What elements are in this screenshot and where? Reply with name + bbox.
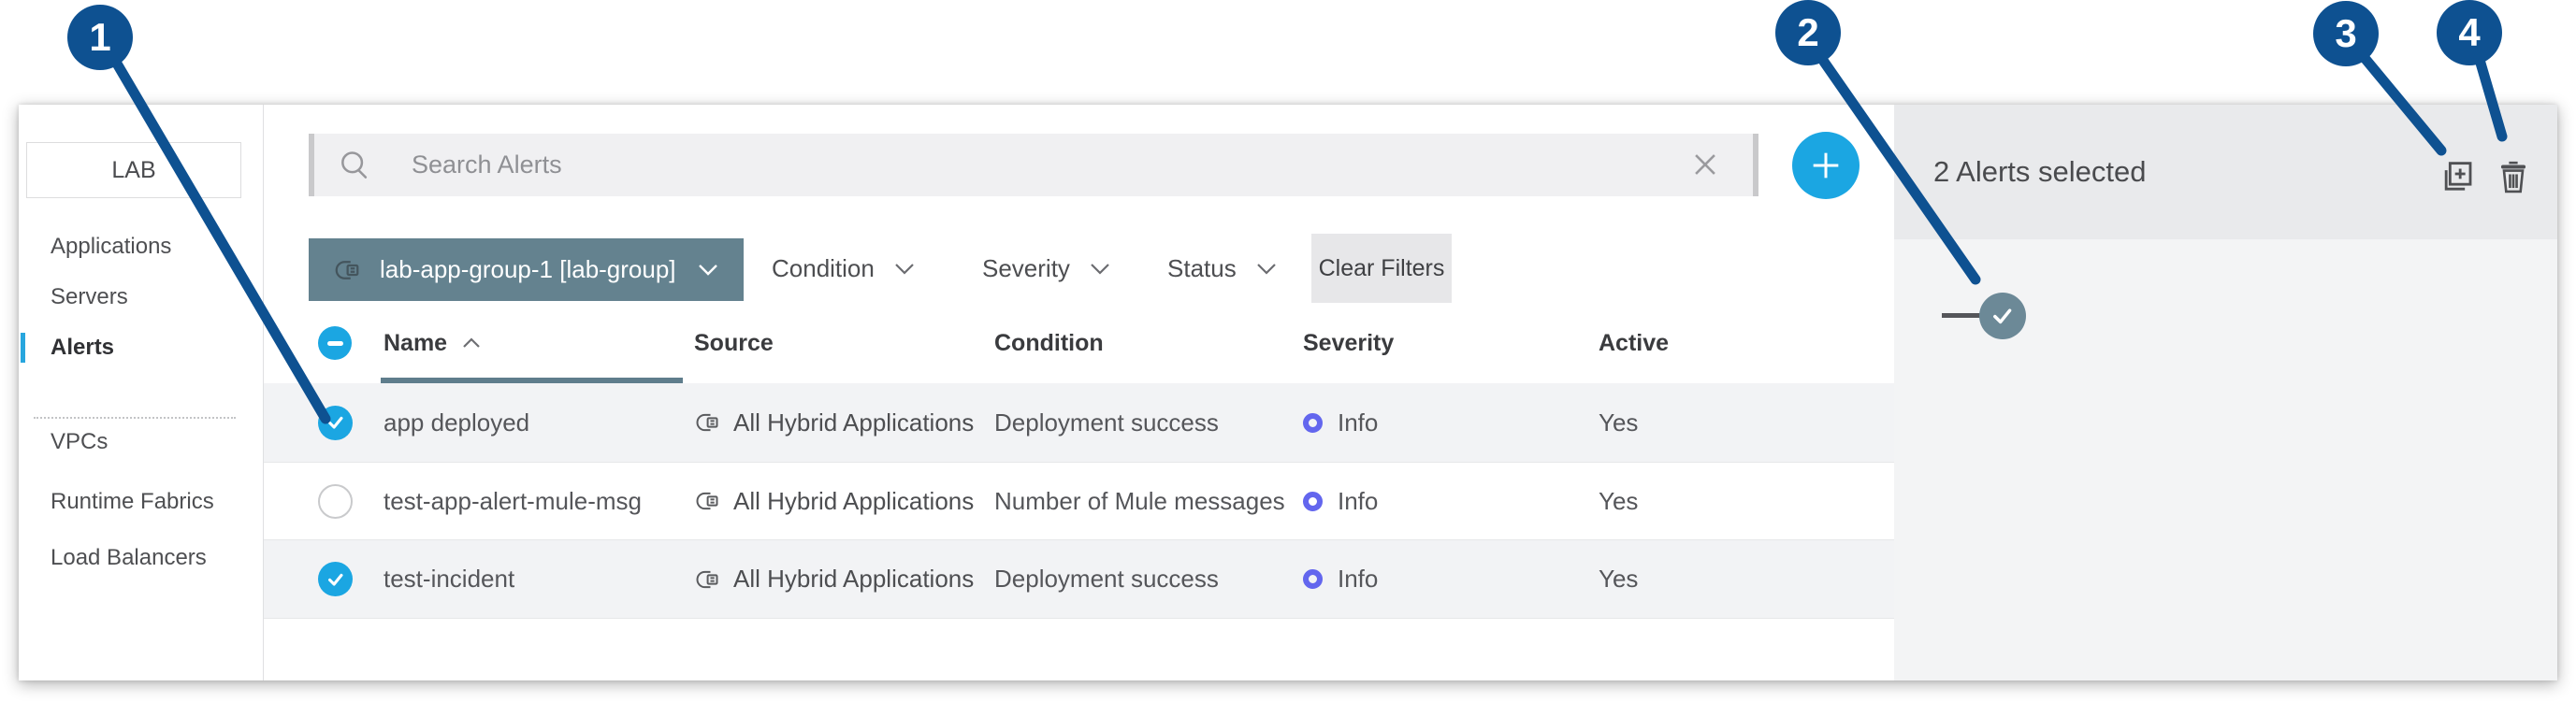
- alert-name: test-incident: [384, 565, 694, 594]
- active-indicator-bar: [21, 333, 25, 363]
- app-window: LAB Applications Servers Alerts VPCs Run…: [19, 105, 2557, 680]
- indeterminate-minus-icon: [327, 341, 343, 346]
- sort-ascending-icon: [460, 337, 483, 350]
- column-header-name[interactable]: Name: [384, 330, 694, 357]
- selection-count: 2 Alerts selected: [1933, 155, 2146, 189]
- clear-search-icon[interactable]: [1689, 149, 1721, 180]
- callout-1: 1: [67, 5, 133, 70]
- server-group-icon: [694, 488, 720, 514]
- sidebar-divider: [34, 417, 236, 419]
- sidebar-item-applications[interactable]: Applications: [19, 226, 263, 267]
- severity-filter-dropdown[interactable]: Severity: [982, 234, 1111, 303]
- main-content: lab-app-group-1 [lab-group] Condition Se…: [264, 105, 1894, 680]
- row-checkbox-checked[interactable]: [318, 406, 353, 440]
- table-row[interactable]: app deployed All Hybrid Applications Dep…: [264, 383, 1894, 462]
- check-icon: [326, 569, 346, 590]
- callout-1-number: 1: [89, 15, 110, 60]
- check-icon: [1990, 303, 2016, 329]
- search-icon: [337, 148, 372, 183]
- alert-severity: Info: [1303, 487, 1599, 516]
- clear-filters-label: Clear Filters: [1319, 255, 1445, 282]
- sidebar-item-servers[interactable]: Servers: [19, 277, 263, 318]
- callout-4-number: 4: [2458, 10, 2480, 55]
- table-row[interactable]: test-incident All Hybrid Applications De…: [264, 540, 1894, 619]
- selection-panel: 2 Alerts selected: [1894, 105, 2557, 680]
- sidebar-item-label: VPCs: [51, 429, 108, 455]
- sidebar-item-label: Load Balancers: [51, 545, 207, 571]
- callout-3: 3: [2313, 1, 2379, 66]
- column-header-active[interactable]: Active: [1599, 330, 1894, 357]
- alert-severity: Info: [1303, 408, 1599, 437]
- sidebar-item-label: Servers: [51, 284, 128, 310]
- chevron-down-icon: [697, 263, 719, 277]
- severity-info-icon: [1303, 569, 1323, 589]
- alert-severity: Info: [1303, 565, 1599, 594]
- alert-condition: Number of Mule messages: [994, 487, 1303, 516]
- alert-condition: Deployment success: [994, 565, 1303, 594]
- search-bar-left-cap: [309, 134, 314, 196]
- delete-icon[interactable]: [2496, 157, 2531, 194]
- callout-3-number: 3: [2335, 11, 2356, 56]
- server-group-icon: [694, 566, 720, 593]
- create-alert-button[interactable]: [1792, 132, 1860, 199]
- server-group-icon: [333, 256, 361, 284]
- severity-info-icon: [1303, 413, 1323, 433]
- alert-source: All Hybrid Applications: [694, 408, 994, 437]
- condition-filter-dropdown[interactable]: Condition: [772, 234, 916, 303]
- filter-row: lab-app-group-1 [lab-group] Condition Se…: [264, 234, 1894, 303]
- search-bar: [309, 134, 1758, 196]
- alert-active: Yes: [1599, 408, 1894, 437]
- alert-condition: Deployment success: [994, 408, 1303, 437]
- add-to-group-icon[interactable]: [2438, 157, 2475, 194]
- select-all-checkbox[interactable]: [318, 326, 352, 360]
- sidebar-item-alerts[interactable]: Alerts: [19, 327, 263, 368]
- callout-2-dash: [1942, 313, 1981, 318]
- status-filter-label: Status: [1167, 254, 1237, 283]
- alert-source: All Hybrid Applications: [694, 565, 994, 594]
- callout-2-number: 2: [1797, 10, 1818, 55]
- environment-label: LAB: [111, 157, 155, 184]
- chevron-down-icon: [1255, 262, 1278, 276]
- check-icon: [326, 412, 346, 433]
- chevron-down-icon: [1089, 262, 1111, 276]
- search-bar-right-cap: [1753, 134, 1758, 196]
- sidebar-item-label: Alerts: [51, 335, 114, 361]
- sidebar-item-label: Applications: [51, 234, 171, 260]
- sidebar-item-load-balancers[interactable]: Load Balancers: [19, 537, 263, 579]
- sidebar-item-runtime-fabrics[interactable]: Runtime Fabrics: [19, 481, 263, 523]
- column-header-source[interactable]: Source: [694, 330, 994, 357]
- alert-name: test-app-alert-mule-msg: [384, 487, 694, 516]
- panel-actions: [2438, 157, 2531, 194]
- condition-filter-label: Condition: [772, 254, 875, 283]
- server-group-icon: [694, 409, 720, 436]
- selection-panel-header: 2 Alerts selected: [1894, 105, 2557, 239]
- sidebar-item-label: Runtime Fabrics: [51, 489, 214, 515]
- group-filter-value: lab-app-group-1 [lab-group]: [380, 255, 676, 284]
- row-checkbox-unchecked[interactable]: [318, 484, 353, 519]
- column-header-severity[interactable]: Severity: [1303, 330, 1599, 357]
- severity-filter-label: Severity: [982, 254, 1070, 283]
- selected-check-badge: [1979, 293, 2026, 339]
- severity-info-icon: [1303, 492, 1323, 511]
- alert-name: app deployed: [384, 408, 694, 437]
- group-filter-dropdown[interactable]: lab-app-group-1 [lab-group]: [309, 238, 744, 301]
- sidebar: LAB Applications Servers Alerts VPCs Run…: [19, 105, 264, 680]
- callout-2: 2: [1775, 0, 1841, 65]
- search-input[interactable]: [412, 150, 1758, 179]
- clear-filters-button[interactable]: Clear Filters: [1311, 234, 1452, 303]
- column-header-condition[interactable]: Condition: [994, 330, 1303, 357]
- plus-icon: [1807, 147, 1845, 184]
- alert-source: All Hybrid Applications: [694, 487, 994, 516]
- row-checkbox-checked[interactable]: [318, 562, 353, 596]
- table-row[interactable]: test-app-alert-mule-msg All Hybrid Appli…: [264, 462, 1894, 540]
- alert-active: Yes: [1599, 487, 1894, 516]
- callout-4: 4: [2437, 0, 2502, 65]
- page: 1 2 3 4 LAB Applications Servers Alerts …: [0, 0, 2576, 716]
- environment-selector[interactable]: LAB: [26, 142, 241, 198]
- sidebar-item-vpcs[interactable]: VPCs: [19, 422, 263, 463]
- table-header: Name Source Condition Severity Active: [264, 303, 1894, 383]
- alert-active: Yes: [1599, 565, 1894, 594]
- status-filter-dropdown[interactable]: Status: [1167, 234, 1278, 303]
- chevron-down-icon: [893, 262, 916, 276]
